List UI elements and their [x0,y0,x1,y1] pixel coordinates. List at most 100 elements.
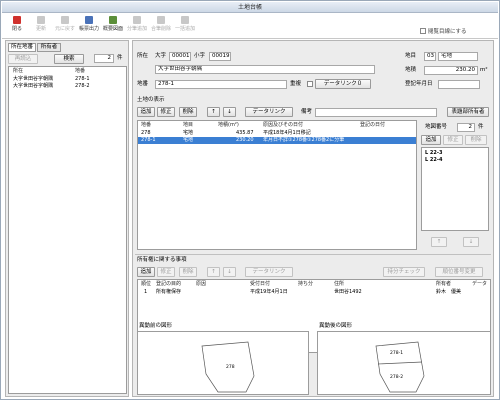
owner-add-button[interactable]: 追加 [137,267,155,277]
col-chiseki: 地積(m²) [218,122,239,128]
list-item[interactable]: L 22-4 [422,157,488,164]
registration-date-field[interactable] [438,80,480,89]
result-count: 2 [94,54,114,63]
land-add-button[interactable]: 追加 [137,107,155,117]
col-date: 登記の日付 [360,122,386,128]
duplicate-checkbox[interactable] [307,81,313,87]
table-row[interactable]: 1 所有権保存 平成19年4月1日 世田谷1492 鈴木 優美 [138,289,490,296]
biko-field[interactable] [315,108,437,117]
share-check-button[interactable]: 持分チェック [383,267,425,277]
owner-datalink-button[interactable]: データリンク [245,267,293,277]
list-item[interactable]: 大字世田谷字朝隅 278-1 [9,76,126,83]
chiseki-label: 地積 [405,67,417,73]
toolbar: 閉る 更新 元に戻す 帳票出力 概要図面 分筆追加 合筆削除 一括追加 閲覧目線… [2,13,498,39]
map-count-unit: 件 [478,124,484,130]
before-parcel-drawing [201,341,255,393]
list-item[interactable]: L 22-3 [422,150,488,157]
col-address: 住所 [334,281,345,287]
cell-cause: 年月日不詳①278番①278番2に分筆 [263,137,345,143]
refresh-button[interactable]: 更新 [30,15,52,37]
split-add-button[interactable]: 分筆追加 [126,15,148,37]
chimoku-code-field[interactable]: 03 [424,52,436,61]
map-number-label: 地図番号 [425,124,448,130]
checkbox-box[interactable] [420,28,426,34]
checkbox-label: 閲覧目線にする [428,29,467,35]
reload-button[interactable]: 再読込 [8,54,38,64]
browse-mode-checkbox[interactable]: 閲覧目線にする [420,27,467,35]
merge-delete-button[interactable]: 合筆削除 [150,15,172,37]
land-datalink-button[interactable]: データリンク [245,107,293,117]
map-delete-button[interactable]: 削除 [465,135,487,145]
land-up-button[interactable]: ↑ [207,107,220,117]
after-parcel-label-2: 278-2 [390,375,404,380]
owner-delete-button[interactable]: 削除 [179,267,197,277]
chimoku-label: 地目 [405,53,417,59]
owner-edit-button[interactable]: 修正 [157,267,175,277]
chiseki-unit: m² [480,67,488,73]
col-date: 受付日付 [250,281,271,287]
list-item[interactable]: 大字世田谷字朝隅 278-2 [9,83,126,90]
item-location: 大字世田谷字朝隅 [13,76,54,82]
land-edit-button[interactable]: 修正 [157,107,175,117]
tab-owner[interactable]: 所有者 [37,43,61,52]
search-button[interactable]: 検索 [54,54,84,64]
table-row[interactable]: 278 宅地 435.87 平成18年4月1日移記 [138,130,416,137]
chimoku-name-field: 宅地 [438,52,478,61]
tab-location[interactable]: 所在地番 [8,43,36,52]
cell-chiseki: 230.20 [236,137,254,143]
chiban-field[interactable]: 278-1 [155,80,287,89]
col-purpose: 登記の目的 [156,281,182,287]
koaza-code-field[interactable]: 00019 [209,52,231,61]
map-number-list: L 22-3 L 22-4 [421,147,489,231]
cell-chimoku: 宅地 [183,130,194,136]
bulk-add-button[interactable]: 一括追加 [174,15,196,37]
split-icon [133,16,141,24]
duplicate-label: 重複 [290,81,302,87]
search-panel: 所在地番 所有者 再読込 検索 2 件 所在 地番 大字世田谷字朝隅 278-1… [5,40,129,397]
undo-button[interactable]: 元に戻す [54,15,76,37]
owner-up-button[interactable]: ↑ [207,267,220,277]
after-parcel-drawing [375,341,425,393]
item-location: 大字世田谷字朝隅 [13,83,54,89]
report-output-button[interactable]: 帳票出力 [78,15,100,37]
result-list: 所在 地番 大字世田谷字朝隅 278-1 大字世田谷字朝隅 278-2 [8,66,127,394]
list-header: 所在 地番 [9,68,126,75]
after-figure-label: 異動後の図形 [319,323,353,329]
before-figure-label: 異動前の図形 [139,323,173,329]
toolbar-label: 更新 [35,26,46,32]
table-row-selected[interactable]: 278-1 宅地 230.20 年月日不詳①278番①278番2に分筆 [138,137,416,144]
outline-drawing-button[interactable]: 概要図面 [102,15,124,37]
rank-change-button[interactable]: 順位番号変更 [435,267,483,277]
report-icon [85,16,93,24]
title-owner-button[interactable]: 表題部所有者 [447,107,489,117]
toolbar-label: 合筆削除 [150,26,171,32]
cell-chiseki: 435.87 [236,130,254,136]
merge-icon [157,16,165,24]
close-button[interactable]: 閉る [6,15,28,37]
owner-down-button[interactable]: ↓ [223,267,236,277]
oaza-label: 大字 [155,53,167,59]
land-down-button[interactable]: ↓ [223,107,236,117]
table-header: 順位 登記の目的 原因 受付日付 持ち分 住所 所有者 データ [138,281,490,288]
land-delete-button[interactable]: 削除 [179,107,197,117]
map-edit-button[interactable]: 修正 [443,135,463,145]
shozai-name-field: 大字世田谷字朝隅 [155,65,375,74]
undo-icon [61,16,69,24]
header-datalink-button[interactable]: データリンク０ [315,79,371,89]
map-count: 2 [457,123,475,132]
map-add-button[interactable]: 追加 [421,135,441,145]
oaza-code-field[interactable]: 00001 [169,52,191,61]
col-chimoku: 地目 [183,122,194,128]
col-location: 所在 [13,68,24,74]
item-number: 278-1 [75,76,90,82]
land-section-label: 土地の表示 [137,97,165,103]
close-icon [13,16,21,24]
land-table: 地番 地目 地積(m²) 原因及びその日付 登記の日付 278 宅地 435.8… [137,120,417,250]
chiseki-field[interactable]: 230.20 [424,66,478,75]
map-down-button[interactable]: ↓ [463,237,479,247]
item-number: 278-2 [75,83,90,89]
map-up-button[interactable]: ↑ [431,237,447,247]
detail-panel: 所在 大字 00001 小字 00019 大字世田谷字朝隅 地目 03 宅地 地… [132,40,494,397]
before-figure: 278 [137,331,309,395]
cell-chiban: 278 [141,130,151,136]
